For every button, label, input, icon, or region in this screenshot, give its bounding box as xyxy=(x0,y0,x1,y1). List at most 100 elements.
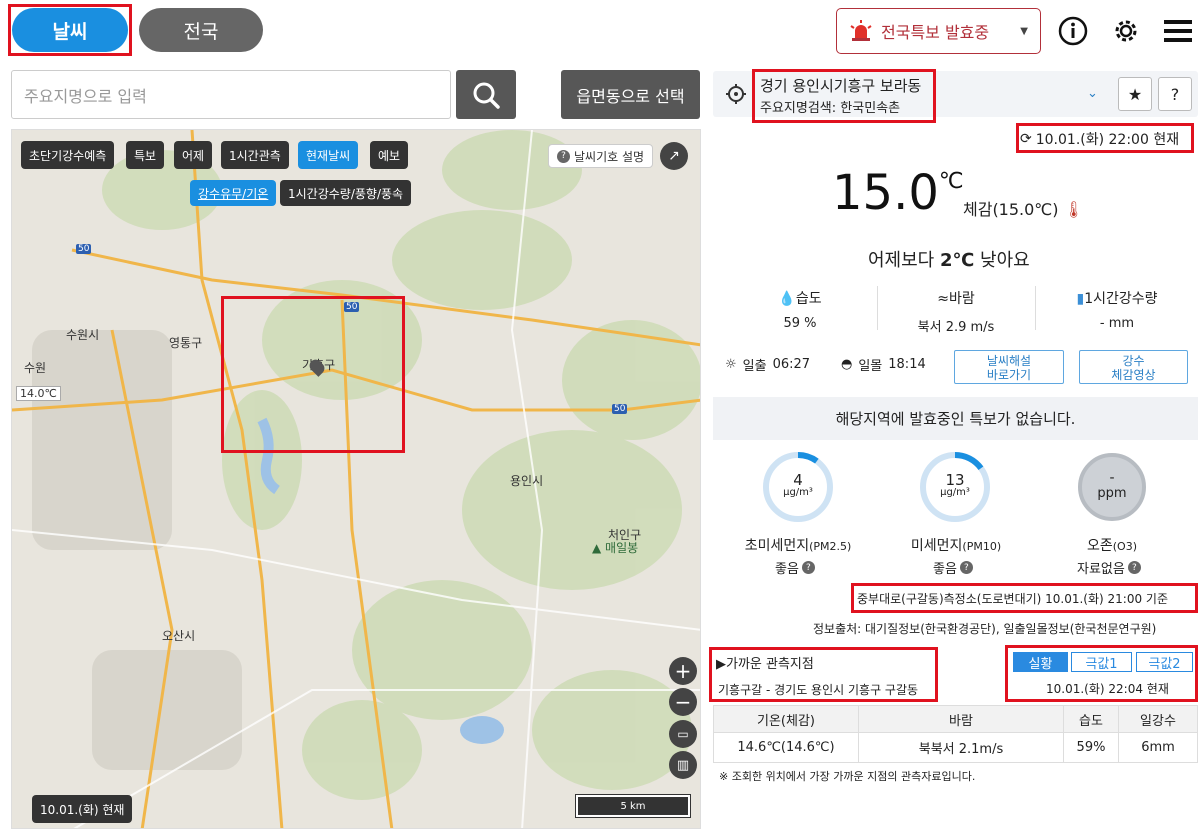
sunset-icon: ◓ xyxy=(841,357,853,372)
external-link-icon[interactable]: ↗ xyxy=(660,142,688,170)
tab-observation-extreme2[interactable]: 극값2 xyxy=(1136,652,1193,672)
map-mode-yesterday[interactable]: 어제 xyxy=(174,141,213,169)
column-header: 일강수 xyxy=(1118,705,1198,733)
current-temperature: 15.0℃ xyxy=(832,165,964,221)
temp-value: 15.0 xyxy=(832,165,939,221)
map-mode-forecast[interactable]: 예보 xyxy=(370,141,409,169)
update-time: ⟳ 10.01.(화) 22:00 현재 xyxy=(1020,129,1179,149)
pm10-name: 미세먼지(PM10) xyxy=(896,535,1016,555)
sunset: ◓ 일몰 18:14 xyxy=(841,355,926,374)
map-mode-current[interactable]: 현재날씨 xyxy=(298,141,359,169)
search-icon xyxy=(473,82,500,109)
map-layers-icon[interactable]: ▥ xyxy=(669,751,697,779)
compare-value: 2℃ xyxy=(939,250,975,271)
gear-icon[interactable] xyxy=(1109,14,1143,48)
question-icon: ? xyxy=(557,149,570,163)
place-label: 영통구 xyxy=(169,336,203,350)
legend-link-label: 날씨기호 설명 xyxy=(574,149,645,164)
map-sub-rain-wind[interactable]: 1시간강수량/풍향/풍속 xyxy=(280,180,412,206)
question-icon[interactable]: ? xyxy=(801,561,815,574)
pm25-grade: 좋음? xyxy=(775,558,815,577)
tab-weather[interactable]: 날씨 xyxy=(12,8,128,52)
observation-table: 기온(체감) 바람 습도 일강수 14.6℃(14.6℃) 북북서 2.1m/s… xyxy=(713,705,1198,763)
table-cell: 북북서 2.1m/s xyxy=(858,732,1064,763)
humidity-value: 59 % xyxy=(783,316,817,331)
thermometer-icon: 🌡 xyxy=(1063,200,1084,219)
pm25-code: (PM2.5) xyxy=(809,540,852,553)
place-label: 수원 xyxy=(24,361,47,375)
o3-unit: ppm xyxy=(1097,486,1127,501)
peak-name: 매일봉 xyxy=(605,541,639,555)
crosshair-icon[interactable] xyxy=(726,84,746,108)
weather-commentary-button[interactable]: 날씨해설 바로가기 xyxy=(954,350,1064,384)
search-button[interactable] xyxy=(456,70,516,119)
help-icon[interactable]: ? xyxy=(1158,77,1192,111)
pm25-grade-text: 좋음 xyxy=(775,562,799,577)
observation-note: ※ 조회한 위치에서 가장 가까운 지점의 관측자료입니다. xyxy=(719,770,976,783)
favorite-star-icon[interactable]: ★ xyxy=(1118,77,1152,111)
sunrise: ☼ 일출 06:27 xyxy=(725,355,810,374)
weather-map[interactable]: 초단기강수예측 특보 어제 1시간관측 현재날씨 예보 강수유무/기온 1시간강… xyxy=(11,129,701,829)
table-cell: 59% xyxy=(1063,732,1119,763)
refresh-icon[interactable]: ⟳ xyxy=(1020,131,1032,147)
tab-observation-current[interactable]: 실황 xyxy=(1013,652,1068,672)
humidity-label-text: 습도 xyxy=(795,291,822,307)
info-icon[interactable] xyxy=(1056,14,1090,48)
yesterday-compare: 어제보다 2℃ 낮아요 xyxy=(868,246,1030,272)
ruler-icon[interactable]: ▭ xyxy=(669,720,697,748)
location-sub: 주요지명검색: 한국민속촌 xyxy=(760,101,901,116)
question-icon[interactable]: ? xyxy=(1127,561,1141,574)
zoom-in-button[interactable]: + xyxy=(669,657,697,685)
table-header-row: 기온(체감) 바람 습도 일강수 xyxy=(713,705,1198,733)
location-name[interactable]: 경기 용인시기흥구 보라동 xyxy=(760,75,921,96)
wind-label-text: 바람 xyxy=(948,291,975,307)
map-background xyxy=(12,130,700,828)
peak-label: ▲ 매일봉 xyxy=(592,541,639,555)
select-by-dong-button[interactable]: 읍면동으로 선택 xyxy=(561,70,700,119)
weather-symbol-legend-button[interactable]: ? 날씨기호 설명 xyxy=(548,144,654,168)
tab-observation-extreme1[interactable]: 극값1 xyxy=(1071,652,1132,672)
place-label: 오산시 xyxy=(162,629,196,643)
o3-name: 오존(O3) xyxy=(1052,535,1172,555)
highway-shield-icon: 50 xyxy=(76,244,92,254)
pm10-name-text: 미세먼지 xyxy=(910,538,963,554)
warning-notice: 해당지역에 발효중인 특보가 없습니다. xyxy=(713,397,1198,440)
column-header: 바람 xyxy=(858,705,1064,733)
sunrise-time: 06:27 xyxy=(772,357,811,372)
sunset-time: 18:14 xyxy=(888,357,926,372)
question-icon[interactable]: ? xyxy=(959,561,973,574)
divider xyxy=(1035,286,1036,330)
nearby-station-title: ▶가까운 관측지점 xyxy=(716,657,814,672)
table-cell: 14.6℃(14.6℃) xyxy=(713,732,859,763)
chevron-down-icon[interactable]: ⌄ xyxy=(1087,86,1098,101)
column-header: 습도 xyxy=(1063,705,1119,733)
search-input[interactable]: 주요지명으로 입력 xyxy=(11,70,451,119)
rain-value: - mm xyxy=(1099,316,1135,331)
map-sub-precip-temp[interactable]: 강수유무/기온 xyxy=(190,180,277,206)
droplet-icon: 💧 xyxy=(778,291,796,307)
wind-value: 북서 2.9 m/s xyxy=(917,320,995,335)
map-mode-nowcast[interactable]: 초단기강수예측 xyxy=(21,141,115,169)
sunrise-icon: ☼ xyxy=(725,357,737,372)
tab-nationwide[interactable]: 전국 xyxy=(139,8,263,52)
precip-video-button[interactable]: 강수 체감영상 xyxy=(1079,350,1188,384)
siren-icon xyxy=(850,20,872,41)
o3-grade-text: 자료없음 xyxy=(1077,562,1125,577)
nearby-station-name: 기흥구갈 - 경기도 용인시 기흥구 구갈동 xyxy=(718,683,919,697)
feels-like: 체감(15.0℃) 🌡 xyxy=(963,196,1084,220)
divider xyxy=(877,286,878,330)
rain-label: ▮1시간강수량 xyxy=(1052,288,1182,308)
update-time-text: 10.01.(화) 22:00 현재 xyxy=(1035,132,1180,148)
table-cell: 6mm xyxy=(1118,732,1198,763)
map-mode-warning[interactable]: 특보 xyxy=(126,141,165,169)
chevron-down-icon: ▼ xyxy=(1020,25,1028,37)
zoom-out-button[interactable]: − xyxy=(669,688,697,716)
sunrise-label: 일출 xyxy=(742,359,767,374)
compare-suffix: 낮아요 xyxy=(974,250,1030,271)
compare-prefix: 어제보다 xyxy=(868,250,940,271)
menu-icon[interactable] xyxy=(1161,14,1195,48)
map-mode-hourly-obs[interactable]: 1시간관측 xyxy=(221,141,289,169)
nationwide-alert-dropdown[interactable]: 전국특보 발효중 ▼ xyxy=(836,8,1041,54)
temp-unit: ℃ xyxy=(938,169,964,194)
table-row: 14.6℃(14.6℃) 북북서 2.1m/s 59% 6mm xyxy=(713,732,1198,763)
